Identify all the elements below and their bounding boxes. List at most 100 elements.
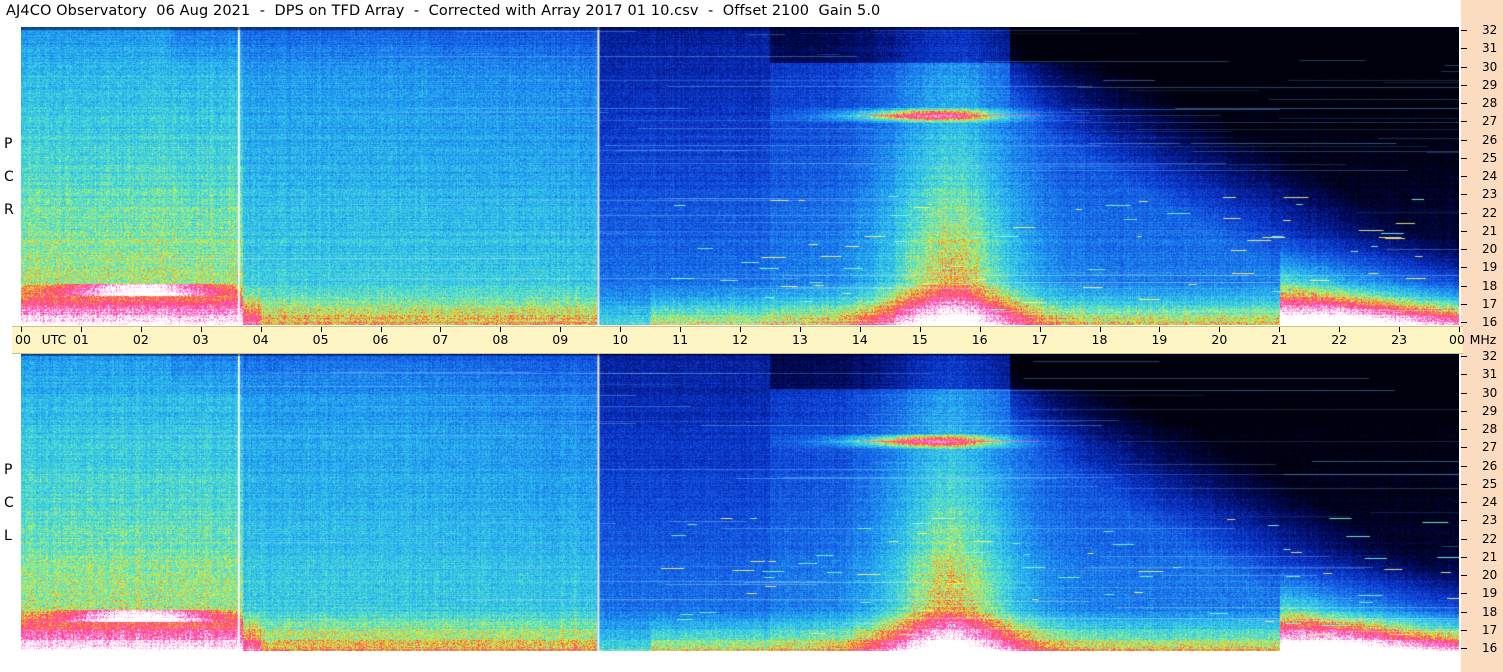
frequency-tick [1461, 286, 1467, 287]
time-label: 05 [312, 332, 329, 347]
polarization-letter: C [4, 169, 14, 185]
polarization-letter: L [4, 528, 12, 544]
frequency-tick [1461, 267, 1467, 268]
frequency-tick [1461, 30, 1467, 31]
frequency-tick [1461, 140, 1467, 141]
frequency-tick [1461, 231, 1467, 232]
frequency-tick [1461, 502, 1467, 503]
frequency-label: 23 [1482, 513, 1498, 528]
frequency-label: 19 [1482, 586, 1498, 601]
frequency-label: 19 [1482, 260, 1498, 275]
frequency-tick [1461, 121, 1467, 122]
frequency-label: 16 [1482, 641, 1498, 655]
time-axis: 00 01 02 03 04 05 06 07 08 09 10 11 12 13 14 15 16 17 18 19… [12, 326, 1496, 354]
frequency-tick [1461, 374, 1467, 375]
frequency-tick [1461, 322, 1467, 323]
time-label: 08 [492, 332, 509, 347]
polarization-letter: C [4, 495, 14, 511]
frequency-tick [1461, 466, 1467, 467]
frequency-label: 23 [1482, 187, 1498, 202]
time-label: 13 [791, 332, 808, 347]
frequency-label: 26 [1482, 132, 1498, 147]
time-label: 00 [1449, 332, 1465, 347]
lcp-spectrogram [21, 353, 1459, 651]
frequency-label: 27 [1482, 114, 1498, 129]
frequency-tick [1461, 575, 1467, 576]
frequency-label: 22 [1482, 531, 1498, 546]
frequency-tick [1461, 393, 1467, 394]
frequency-label: 28 [1482, 96, 1498, 110]
frequency-label: 17 [1482, 296, 1498, 311]
time-label: 16 [971, 332, 988, 347]
time-label: 07 [432, 332, 449, 347]
frequency-tick [1461, 304, 1467, 305]
time-label: 21 [1271, 332, 1288, 347]
lcp-spectrogram-canvas [21, 353, 1459, 651]
frequency-tick [1461, 411, 1467, 412]
time-label: 06 [372, 332, 389, 347]
frequency-label: 22 [1482, 205, 1498, 220]
rcp-spectrogram-canvas [21, 27, 1459, 325]
frequency-label: 24 [1482, 169, 1498, 183]
time-label: 18 [1091, 332, 1108, 347]
time-label: 17 [1031, 332, 1048, 347]
frequency-tick [1461, 539, 1467, 540]
polarization-letter: P [4, 136, 13, 152]
frequency-label: 29 [1482, 77, 1498, 92]
polarization-letter: R [4, 202, 14, 218]
frequency-label: 27 [1482, 440, 1498, 455]
frequency-label: 30 [1482, 385, 1498, 400]
frequency-label: 29 [1482, 403, 1498, 418]
frequency-tick [1461, 520, 1467, 521]
frequency-tick [1461, 176, 1467, 177]
frequency-label: 21 [1482, 549, 1498, 564]
time-label: 14 [851, 332, 868, 347]
frequency-tick [1461, 447, 1467, 448]
frequency-tick [1461, 194, 1467, 195]
frequency-tick [1461, 612, 1467, 613]
frequency-label: 26 [1482, 458, 1498, 473]
frequency-tick [1461, 249, 1467, 250]
time-label: 11 [672, 332, 689, 347]
frequency-tick [1461, 48, 1467, 49]
frequency-label: 30 [1482, 59, 1498, 74]
frequency-tick [1461, 213, 1467, 214]
time-label: 15 [911, 332, 928, 347]
time-label: 09 [552, 332, 569, 347]
chart-title: AJ4CO Observatory 06 Aug 2021 - DPS on T… [6, 3, 881, 19]
frequency-tick [1461, 356, 1467, 357]
utc-label: UTC [41, 332, 67, 347]
time-label: 02 [132, 332, 149, 347]
frequency-label: 18 [1482, 278, 1498, 293]
frequency-tick [1461, 67, 1467, 68]
frequency-label: 16 [1482, 315, 1498, 329]
time-label: 00 [15, 332, 31, 347]
time-label: 12 [732, 332, 748, 347]
frequency-label: 31 [1482, 367, 1498, 382]
frequency-tick [1461, 593, 1467, 594]
time-label: 19 [1151, 332, 1168, 347]
time-label: 01 [72, 332, 89, 347]
time-label: 04 [252, 332, 269, 347]
rcp-spectrogram [21, 27, 1459, 325]
frequency-label: 20 [1482, 568, 1498, 582]
frequency-label: 25 [1482, 150, 1498, 165]
frequency-tick [1461, 630, 1467, 631]
frequency-label: 32 [1482, 23, 1498, 37]
frequency-tick [1461, 557, 1467, 558]
frequency-label: 18 [1482, 604, 1498, 619]
frequency-tick [1461, 429, 1467, 430]
frequency-label: 21 [1482, 223, 1498, 238]
frequency-label: 28 [1482, 422, 1498, 436]
frequency-label: 17 [1482, 622, 1498, 637]
time-label: 22 [1331, 332, 1348, 347]
frequency-tick [1461, 484, 1467, 485]
frequency-label: 24 [1482, 495, 1498, 509]
frequency-label: 31 [1482, 41, 1498, 56]
frequency-tick [1461, 85, 1467, 86]
frequency-tick [1461, 103, 1467, 104]
polarization-letter: P [4, 462, 13, 478]
time-label: 20 [1211, 332, 1228, 347]
time-label: 10 [612, 332, 629, 347]
mhz-label: MHz [1469, 332, 1497, 347]
